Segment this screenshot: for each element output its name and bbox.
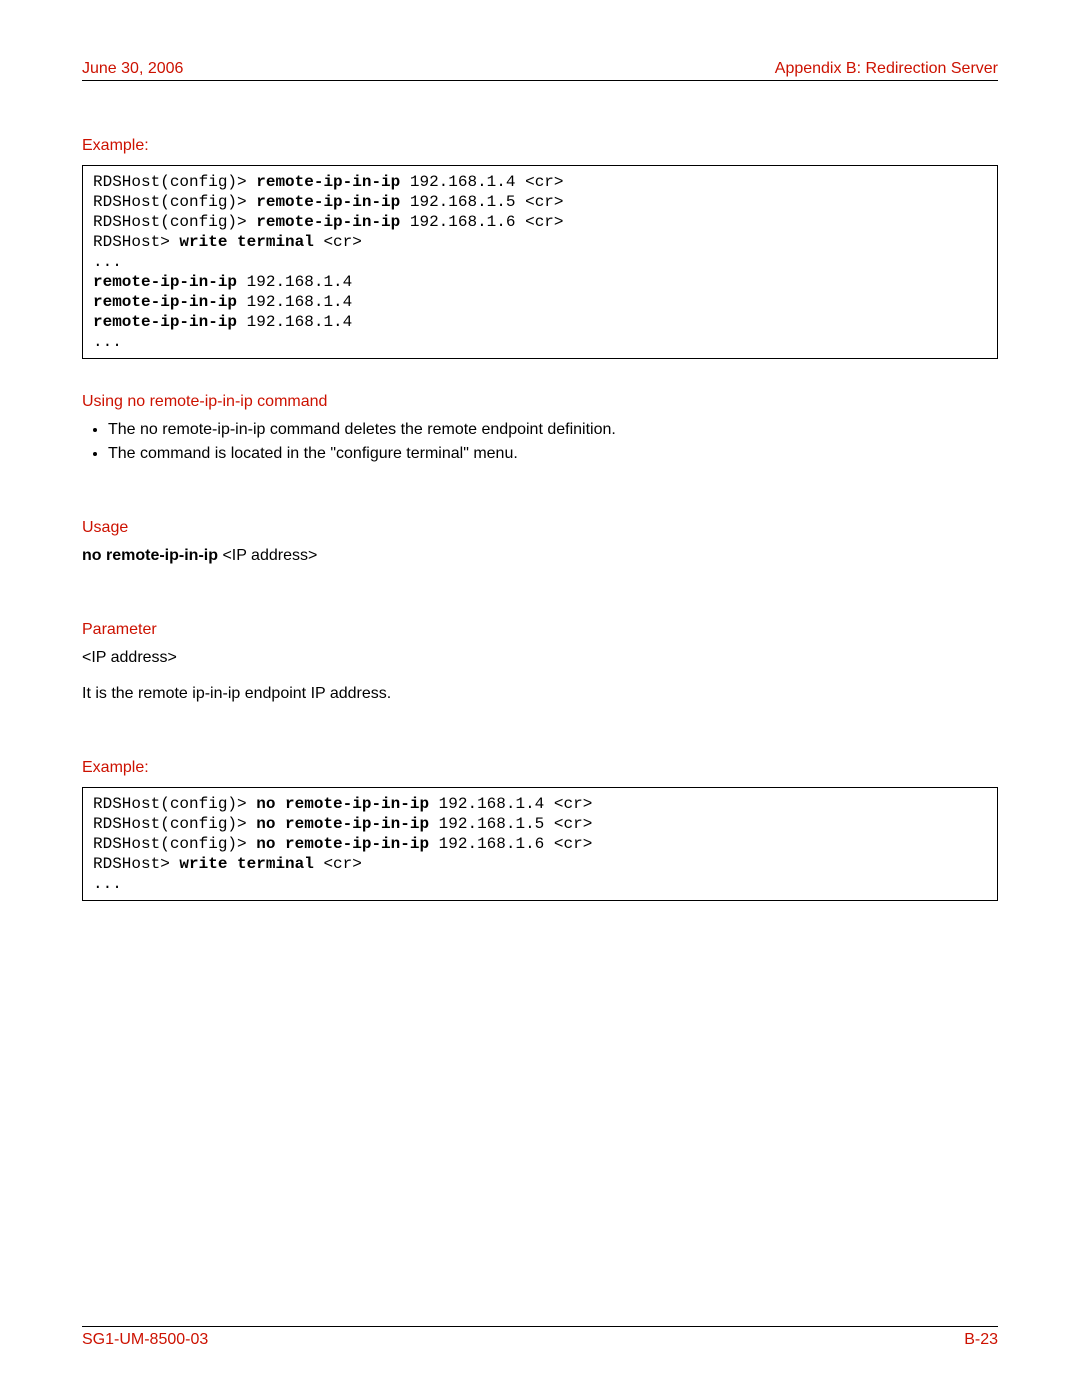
example1-heading: Example:: [82, 137, 998, 155]
code-block-1: RDSHost(config)> remote-ip-in-ip 192.168…: [82, 165, 998, 359]
code-text: 192.168.1.5 <cr>: [400, 193, 563, 211]
code-text: RDSHost>: [93, 233, 179, 251]
parameter-description: It is the remote ip-in-ip endpoint IP ad…: [82, 685, 998, 703]
usage-bold: no remote-ip-in-ip: [82, 547, 222, 564]
parameter-name: <IP address>: [82, 649, 998, 667]
parameter-heading: Parameter: [82, 621, 998, 639]
code-bold: write terminal: [179, 233, 313, 251]
code-text: ...: [93, 333, 122, 351]
code-text: 192.168.1.4 <cr>: [429, 795, 592, 813]
page-footer: SG1-UM-8500-03 B-23: [82, 1324, 998, 1349]
code-text: RDSHost>: [93, 855, 179, 873]
list-item: The no remote-ip-in-ip command deletes t…: [108, 421, 998, 439]
code-block-2: RDSHost(config)> no remote-ip-in-ip 192.…: [82, 787, 998, 901]
code-bold: remote-ip-in-ip: [256, 193, 400, 211]
code-text: RDSHost(config)>: [93, 193, 256, 211]
footer-pagenum: B-23: [964, 1331, 998, 1349]
example2-heading: Example:: [82, 759, 998, 777]
footer-rule: [82, 1326, 998, 1327]
code-text: <cr>: [314, 855, 362, 873]
document-page: June 30, 2006 Appendix B: Redirection Se…: [0, 0, 1080, 1397]
code-text: 192.168.1.4: [237, 313, 352, 331]
code-text: ...: [93, 875, 122, 893]
header-date: June 30, 2006: [82, 60, 183, 78]
footer-docid: SG1-UM-8500-03: [82, 1331, 208, 1349]
code-text: ...: [93, 253, 122, 271]
code-bold: remote-ip-in-ip: [256, 173, 400, 191]
usage-rest: <IP address>: [222, 547, 317, 564]
code-text: 192.168.1.4: [237, 273, 352, 291]
code-bold: remote-ip-in-ip: [93, 273, 237, 291]
code-bold: no remote-ip-in-ip: [256, 835, 429, 853]
code-text: 192.168.1.5 <cr>: [429, 815, 592, 833]
code-text: <cr>: [314, 233, 362, 251]
code-text: RDSHost(config)>: [93, 815, 256, 833]
code-bold: remote-ip-in-ip: [93, 293, 237, 311]
code-text: RDSHost(config)>: [93, 173, 256, 191]
header-appendix: Appendix B: Redirection Server: [775, 60, 998, 78]
code-bold: no remote-ip-in-ip: [256, 795, 429, 813]
code-bold: remote-ip-in-ip: [93, 313, 237, 331]
bullet-list: The no remote-ip-in-ip command deletes t…: [108, 421, 998, 463]
code-bold: write terminal: [179, 855, 313, 873]
code-text: 192.168.1.4: [237, 293, 352, 311]
header-rule: [82, 80, 998, 81]
code-text: RDSHost(config)>: [93, 835, 256, 853]
code-bold: no remote-ip-in-ip: [256, 815, 429, 833]
code-text: 192.168.1.6 <cr>: [429, 835, 592, 853]
usage-syntax: no remote-ip-in-ip <IP address>: [82, 547, 998, 565]
code-text: 192.168.1.4 <cr>: [400, 173, 563, 191]
using-heading: Using no remote-ip-in-ip command: [82, 393, 998, 411]
code-text: RDSHost(config)>: [93, 795, 256, 813]
list-item: The command is located in the "configure…: [108, 445, 998, 463]
usage-heading: Usage: [82, 519, 998, 537]
code-bold: remote-ip-in-ip: [256, 213, 400, 231]
code-text: RDSHost(config)>: [93, 213, 256, 231]
page-header: June 30, 2006 Appendix B: Redirection Se…: [82, 60, 998, 78]
code-text: 192.168.1.6 <cr>: [400, 213, 563, 231]
